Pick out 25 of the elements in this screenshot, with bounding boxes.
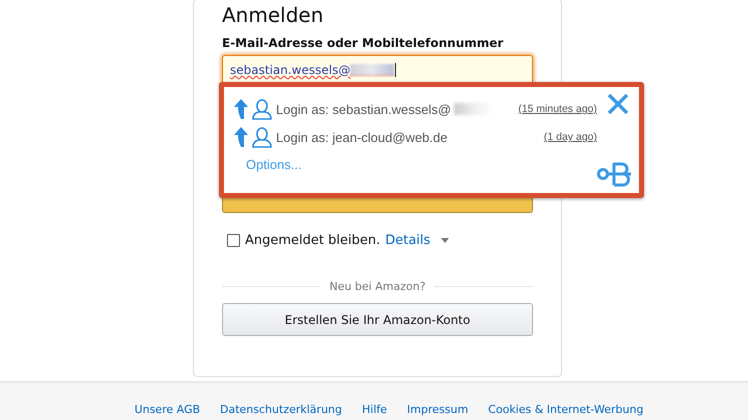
divider-text: Neu bei Amazon? [329,280,426,293]
create-account-button[interactable]: Erstellen Sie Ihr Amazon-Konto [222,303,533,336]
remember-label: Angemeldet bleiben. [245,233,380,248]
user-icon[interactable] [251,98,273,120]
footer-link[interactable]: Unsere AGB [134,403,200,420]
user-icon[interactable] [251,126,273,148]
footer-link[interactable]: Datenschutzerklärung [220,403,342,420]
field-label: E-Mail-Adresse oder Mobiltelefonnummer [222,36,504,50]
close-icon[interactable] [607,93,629,115]
arrow-up-icon[interactable] [234,99,248,119]
arrow-up-icon[interactable] [234,127,248,147]
email-field[interactable]: sebastian.wessels@ [222,55,533,85]
options-link[interactable]: Options... [246,157,302,172]
footer-link[interactable]: Cookies & Internet-Werbung [488,403,644,420]
login-option[interactable]: Login as: jean-cloud@web.de [276,130,448,144]
footer-link[interactable]: Hilfe [362,403,388,420]
dropdown-icon[interactable] [441,238,450,243]
time-link[interactable]: (1 day ago) [544,131,597,143]
time-link[interactable]: (15 minutes ago) [518,103,597,115]
checkbox[interactable] [227,234,240,247]
login-option[interactable]: Login as: sebastian.wessels@ [276,102,452,116]
scissors-logo-icon[interactable] [597,161,633,187]
details-link[interactable]: Details [385,233,430,248]
footer-link[interactable]: Impressum [407,403,468,420]
page-heading: Anmelden [222,3,324,27]
